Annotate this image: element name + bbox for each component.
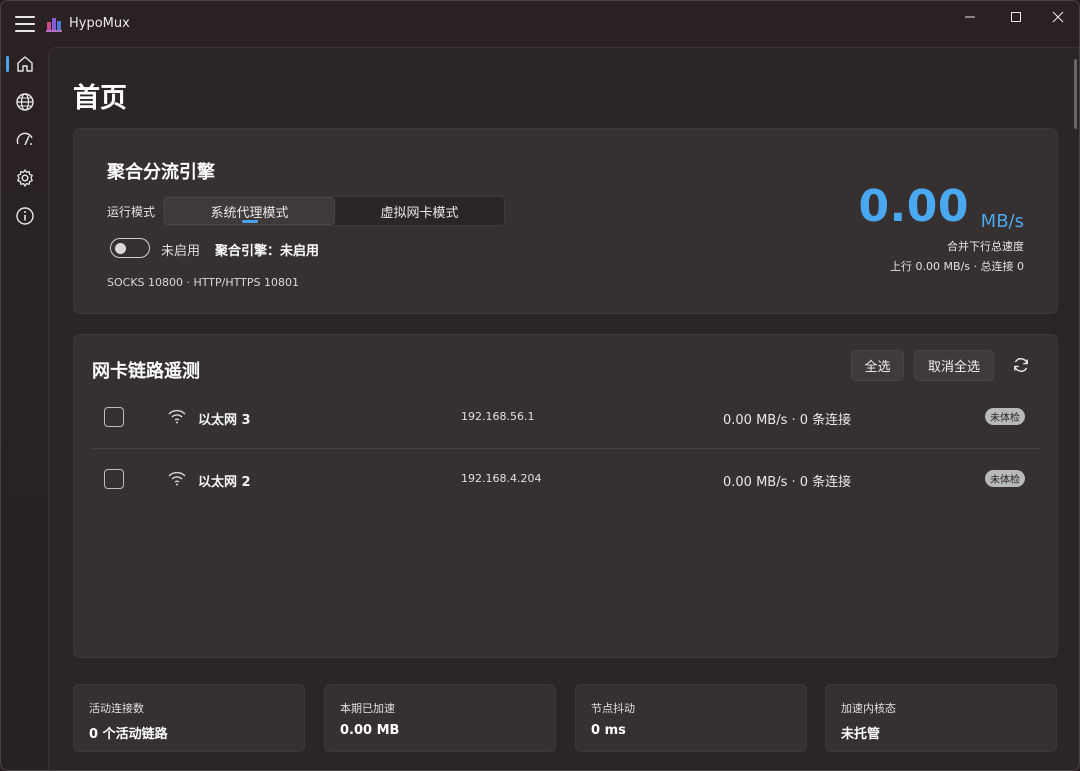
engine-toggle[interactable]	[110, 238, 150, 258]
close-icon	[1052, 11, 1064, 23]
stat-label: 节点抖动	[591, 702, 635, 715]
info-icon	[16, 207, 34, 225]
minimize-icon	[965, 16, 975, 18]
adapter-checkbox[interactable]	[104, 469, 124, 489]
status-badge: 未体检	[985, 408, 1025, 425]
adapter-stats: 0.00 MB/s · 0 条连接	[723, 475, 852, 490]
scrollbar[interactable]	[1074, 59, 1077, 129]
hamburger-menu-icon[interactable]	[11, 11, 39, 37]
speed-unit: MB/s	[980, 211, 1024, 232]
stat-label: 本期已加速	[340, 702, 395, 715]
network-icon	[168, 471, 186, 486]
speed-caption: 合并下行总速度	[947, 240, 1024, 253]
stat-jitter: 节点抖动 0 ms	[575, 684, 807, 752]
app-title: HypoMux	[69, 16, 130, 31]
deselect-all-button[interactable]: 取消全选	[914, 350, 994, 381]
telemetry-card: 网卡链路遥测 全选 取消全选 以太网 3 192.168.56.1 0.00 M…	[73, 334, 1058, 658]
stat-value: 0 ms	[591, 723, 626, 738]
globe-icon	[16, 93, 34, 111]
adapter-ip: 192.168.56.1	[461, 410, 535, 423]
mode-segmented-control: 系统代理模式 虚拟网卡模式	[163, 196, 505, 226]
app-window: HypoMux 首页 聚合分流引擎 运行模式 系统代理模式 虚拟网卡模式 未启用…	[0, 0, 1080, 771]
app-logo-icon	[46, 18, 62, 32]
sidebar-item-globe[interactable]	[5, 85, 45, 119]
ports-info: SOCKS 10800 · HTTP/HTTPS 10801	[107, 276, 299, 289]
stat-value: 0.00 MB	[340, 723, 400, 738]
adapter-stats: 0.00 MB/s · 0 条连接	[723, 413, 852, 428]
sidebar-nav	[1, 47, 47, 770]
engine-title: 聚合分流引擎	[107, 162, 215, 183]
speed-sub: 上行 0.00 MB/s · 总连接 0	[890, 260, 1024, 273]
page-title: 首页	[73, 83, 127, 114]
stat-accelerated: 本期已加速 0.00 MB	[324, 684, 556, 752]
mode-virtual-nic-button[interactable]: 虚拟网卡模式	[335, 197, 504, 225]
gear-icon	[17, 169, 33, 187]
close-button[interactable]	[1035, 1, 1079, 33]
minimize-button[interactable]	[947, 1, 993, 33]
adapter-name: 以太网 2	[198, 475, 251, 490]
engine-card: 聚合分流引擎 运行模式 系统代理模式 虚拟网卡模式 未启用 聚合引擎：未启用 S…	[73, 128, 1058, 314]
maximize-icon	[1011, 12, 1021, 22]
speedometer-icon	[16, 132, 33, 146]
stat-label: 加速内核态	[841, 702, 896, 715]
adapter-ip: 192.168.4.204	[461, 472, 542, 485]
sidebar-item-settings[interactable]	[5, 161, 45, 195]
toggle-label: 未启用	[161, 244, 201, 259]
toggle-knob	[115, 242, 126, 254]
maximize-button[interactable]	[993, 1, 1039, 33]
adapter-checkbox[interactable]	[104, 407, 124, 427]
network-icon	[168, 409, 186, 424]
adapter-name: 以太网 3	[198, 413, 251, 428]
select-all-button[interactable]: 全选	[851, 350, 904, 381]
mode-system-proxy-button[interactable]: 系统代理模式	[164, 197, 335, 225]
refresh-icon	[1014, 358, 1028, 372]
refresh-button[interactable]	[1010, 354, 1032, 376]
main-content: 首页 聚合分流引擎 运行模式 系统代理模式 虚拟网卡模式 未启用 聚合引擎：未启…	[48, 47, 1079, 770]
status-badge: 未体检	[985, 470, 1025, 487]
stat-kernel-state: 加速内核态 未托管	[825, 684, 1057, 752]
stat-label: 活动连接数	[89, 702, 144, 715]
stat-active-connections: 活动连接数 0 个活动链路	[73, 684, 305, 752]
sidebar-item-info[interactable]	[5, 199, 45, 233]
speed-value: 0.00	[858, 181, 969, 232]
title-bar: HypoMux	[1, 1, 1079, 47]
stat-value: 0 个活动链路	[89, 727, 168, 742]
engine-status: 聚合引擎：未启用	[215, 244, 320, 259]
adapter-row[interactable]: 以太网 2 192.168.4.204 0.00 MB/s · 0 条连接 未体…	[92, 448, 1040, 508]
telemetry-title: 网卡链路遥测	[92, 361, 200, 382]
stat-value: 未托管	[841, 727, 881, 742]
mode-label: 运行模式	[107, 205, 156, 219]
home-icon	[17, 56, 33, 72]
adapter-row[interactable]: 以太网 3 192.168.56.1 0.00 MB/s · 0 条连接 未体检	[92, 387, 1040, 447]
sidebar-item-speed[interactable]	[5, 123, 45, 157]
sidebar-item-home[interactable]	[5, 47, 45, 81]
